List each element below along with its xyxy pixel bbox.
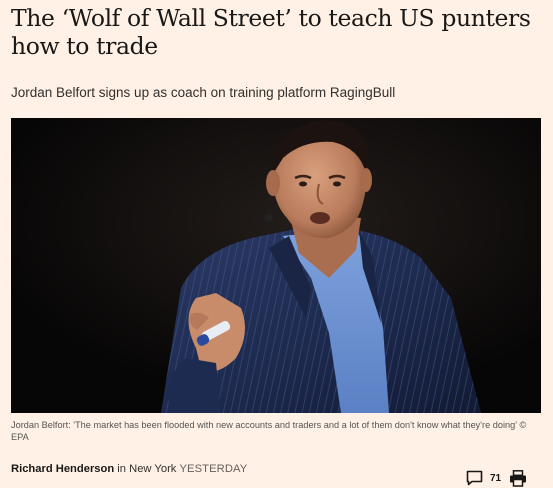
article-photo: [11, 118, 541, 413]
comments-button[interactable]: 71: [466, 470, 501, 486]
byline-location: in New York: [114, 463, 180, 475]
photo-caption: Jordan Belfort: 'The market has been flo…: [11, 420, 527, 442]
standfirst: Jordan Belfort signs up as coach on trai…: [11, 85, 396, 100]
publish-date: YESTERDAY: [179, 463, 248, 475]
headline: The ‘Wolf of Wall Street’ to teach US pu…: [11, 4, 531, 60]
comment-count: 71: [490, 472, 502, 484]
byline: Richard Henderson in New York YESTERDAY: [11, 463, 247, 475]
printer-icon[interactable]: [509, 469, 527, 487]
article-tools: 71: [466, 468, 527, 488]
speech-bubble-icon: [466, 470, 483, 486]
author-link[interactable]: Richard Henderson: [11, 463, 114, 475]
